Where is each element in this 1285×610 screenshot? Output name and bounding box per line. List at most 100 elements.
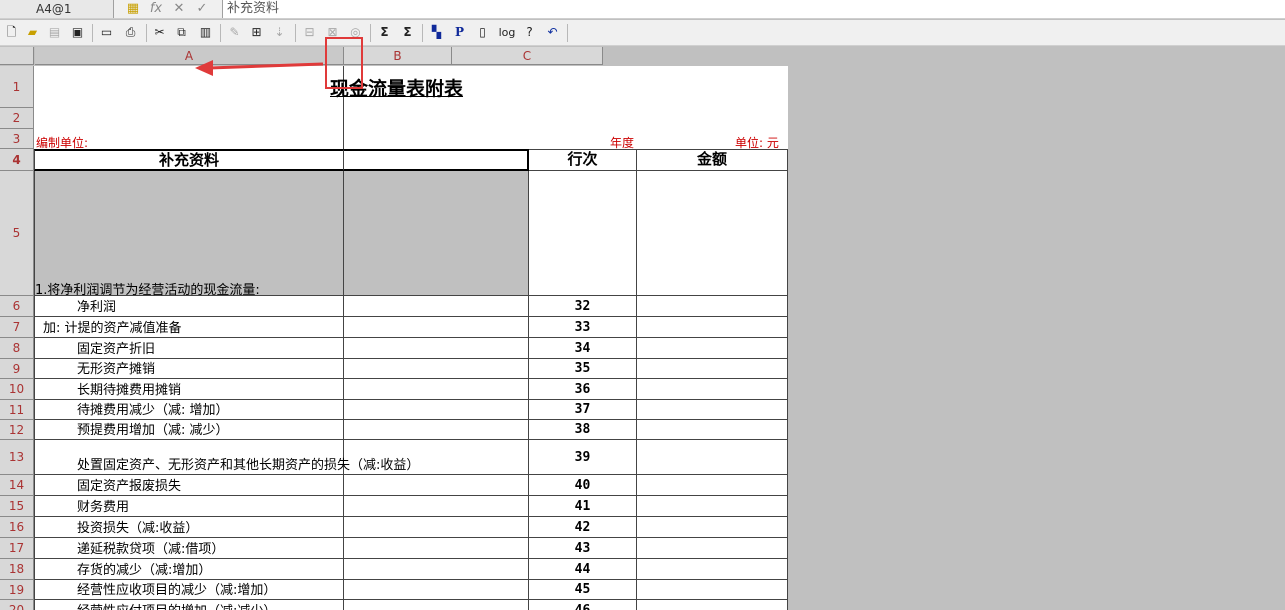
column-header-c[interactable]: C bbox=[452, 47, 603, 65]
sum-icon[interactable]: Σ bbox=[375, 23, 394, 42]
insert-row-icon[interactable]: ⊟ bbox=[300, 23, 319, 42]
log-icon[interactable]: log bbox=[496, 23, 518, 42]
fill-icon[interactable]: ⊞ bbox=[247, 23, 266, 42]
amount-cell[interactable] bbox=[637, 420, 788, 440]
line-number-cell[interactable]: 43 bbox=[529, 538, 637, 559]
line-number-cell[interactable]: 36 bbox=[529, 379, 637, 400]
amount-cell[interactable] bbox=[637, 317, 788, 338]
amount-cell[interactable] bbox=[637, 538, 788, 559]
blank-cell[interactable] bbox=[344, 517, 529, 538]
row-header[interactable]: 2 bbox=[0, 108, 34, 129]
open-icon[interactable]: ▰ bbox=[23, 23, 42, 42]
item-label-cell[interactable]: 固定资产折旧 bbox=[34, 338, 344, 359]
confirm-icon[interactable]: ✓ bbox=[193, 1, 211, 17]
format-painter-icon[interactable]: ✎ bbox=[225, 23, 244, 42]
blank-cell[interactable] bbox=[344, 379, 529, 400]
amount-cell[interactable] bbox=[637, 517, 788, 538]
amount-cell[interactable] bbox=[637, 440, 788, 475]
line-number-cell[interactable]: 33 bbox=[529, 317, 637, 338]
gray-cell[interactable] bbox=[344, 171, 529, 296]
header-item-cell[interactable]: 补充资料 bbox=[34, 149, 344, 171]
section-label-cell[interactable] bbox=[34, 171, 344, 296]
amount-cell[interactable] bbox=[637, 496, 788, 517]
line-number-cell[interactable]: 32 bbox=[529, 296, 637, 317]
line-number-cell[interactable]: 46 bbox=[529, 600, 637, 610]
row-header[interactable]: 11 bbox=[0, 400, 34, 420]
line-number-cell[interactable]: 37 bbox=[529, 400, 637, 420]
blank-cell[interactable] bbox=[344, 580, 529, 600]
blank-cell[interactable] bbox=[344, 317, 529, 338]
item-label-cell[interactable]: 预提费用增加（减: 减少） bbox=[34, 420, 344, 440]
blank-cell[interactable] bbox=[344, 496, 529, 517]
amount-cell[interactable] bbox=[637, 400, 788, 420]
row-header[interactable]: 1 bbox=[0, 66, 34, 108]
doc-icon[interactable]: ▤ bbox=[45, 23, 64, 42]
item-label-cell[interactable]: 递延税款贷项（减:借项） bbox=[34, 538, 344, 559]
item-label-cell[interactable]: 净利润 bbox=[34, 296, 344, 317]
row-header[interactable]: 20 bbox=[0, 600, 34, 610]
line-number-cell[interactable]: 45 bbox=[529, 580, 637, 600]
row-header[interactable]: 17 bbox=[0, 538, 34, 559]
blank-cell[interactable] bbox=[344, 338, 529, 359]
row-header[interactable]: 19 bbox=[0, 580, 34, 600]
row-header[interactable]: 9 bbox=[0, 359, 34, 379]
select-all-corner[interactable] bbox=[0, 47, 34, 65]
blank-cell[interactable] bbox=[344, 400, 529, 420]
amount-cell[interactable] bbox=[637, 559, 788, 580]
line-number-cell[interactable]: 39 bbox=[529, 440, 637, 475]
item-label-cell[interactable]: 经营性应付项目的增加（减:减少） bbox=[34, 600, 344, 610]
page-icon[interactable]: ▯ bbox=[473, 23, 492, 42]
calculator-icon[interactable]: ▦ bbox=[124, 1, 142, 17]
item-label-cell[interactable]: 长期待摊费用摊销 bbox=[34, 379, 344, 400]
subtotal-icon[interactable]: Σ bbox=[398, 23, 417, 42]
line-number-cell[interactable]: 35 bbox=[529, 359, 637, 379]
paste-icon[interactable]: ▥ bbox=[196, 23, 215, 42]
function-icon[interactable]: fx bbox=[147, 1, 165, 17]
undo-icon[interactable]: ↶ bbox=[543, 23, 562, 42]
sort-icon[interactable]: ⇣ bbox=[270, 23, 289, 42]
blank-cell[interactable] bbox=[344, 420, 529, 440]
line-number-cell[interactable]: 41 bbox=[529, 496, 637, 517]
save-icon[interactable]: ▣ bbox=[68, 23, 87, 42]
line-number-cell[interactable]: 38 bbox=[529, 420, 637, 440]
row-header[interactable]: 14 bbox=[0, 475, 34, 496]
cell-reference-box[interactable]: A4@1 bbox=[0, 0, 114, 18]
amount-cell[interactable] bbox=[637, 379, 788, 400]
cancel-icon[interactable]: ✕ bbox=[170, 1, 188, 17]
line-number-cell[interactable]: 44 bbox=[529, 559, 637, 580]
row-header[interactable]: 15 bbox=[0, 496, 34, 517]
item-label-cell[interactable]: 存货的减少（减:增加） bbox=[34, 559, 344, 580]
item-label-cell[interactable]: 无形资产摊销 bbox=[34, 359, 344, 379]
row-header[interactable]: 3 bbox=[0, 129, 34, 149]
formula-input[interactable]: 补充资料 bbox=[222, 0, 1285, 18]
item-label-cell[interactable]: 待摊费用减少（减: 增加） bbox=[34, 400, 344, 420]
blank-cell[interactable] bbox=[344, 475, 529, 496]
chart-icon[interactable]: ▚ bbox=[427, 23, 446, 42]
row-header[interactable]: 12 bbox=[0, 420, 34, 440]
row-header[interactable]: 8 bbox=[0, 338, 34, 359]
row-header[interactable]: 6 bbox=[0, 296, 34, 317]
line-cell[interactable] bbox=[529, 171, 637, 296]
item-label-cell[interactable]: 经营性应收项目的减少（减:增加） bbox=[34, 580, 344, 600]
blank-cell[interactable] bbox=[344, 359, 529, 379]
row-header[interactable]: 10 bbox=[0, 379, 34, 400]
blank-cell[interactable] bbox=[344, 538, 529, 559]
line-number-cell[interactable]: 40 bbox=[529, 475, 637, 496]
new-icon[interactable]: 🗋 bbox=[2, 23, 21, 42]
line-number-cell[interactable]: 42 bbox=[529, 517, 637, 538]
row-header[interactable]: 5 bbox=[0, 171, 34, 296]
copy-icon[interactable]: ⧉ bbox=[172, 23, 191, 42]
line-number-cell[interactable]: 34 bbox=[529, 338, 637, 359]
help-icon[interactable]: ? bbox=[520, 23, 539, 42]
print-preview-icon[interactable]: ▭ bbox=[97, 23, 116, 42]
header-line-cell[interactable]: 行次 bbox=[529, 149, 637, 171]
blank-cell[interactable] bbox=[344, 559, 529, 580]
print-icon[interactable]: ⎙ bbox=[121, 23, 140, 42]
header-amount-cell[interactable]: 金额 bbox=[637, 149, 788, 171]
row-header[interactable]: 18 bbox=[0, 559, 34, 580]
item-label-cell[interactable]: 固定资产报废损失 bbox=[34, 475, 344, 496]
amount-cell[interactable] bbox=[637, 475, 788, 496]
item-label-cell[interactable]: 处置固定资产、无形资产和其他长期资产的损失（减:收益） bbox=[34, 440, 419, 475]
param-icon[interactable]: P bbox=[450, 23, 469, 42]
row-header[interactable]: 7 bbox=[0, 317, 34, 338]
